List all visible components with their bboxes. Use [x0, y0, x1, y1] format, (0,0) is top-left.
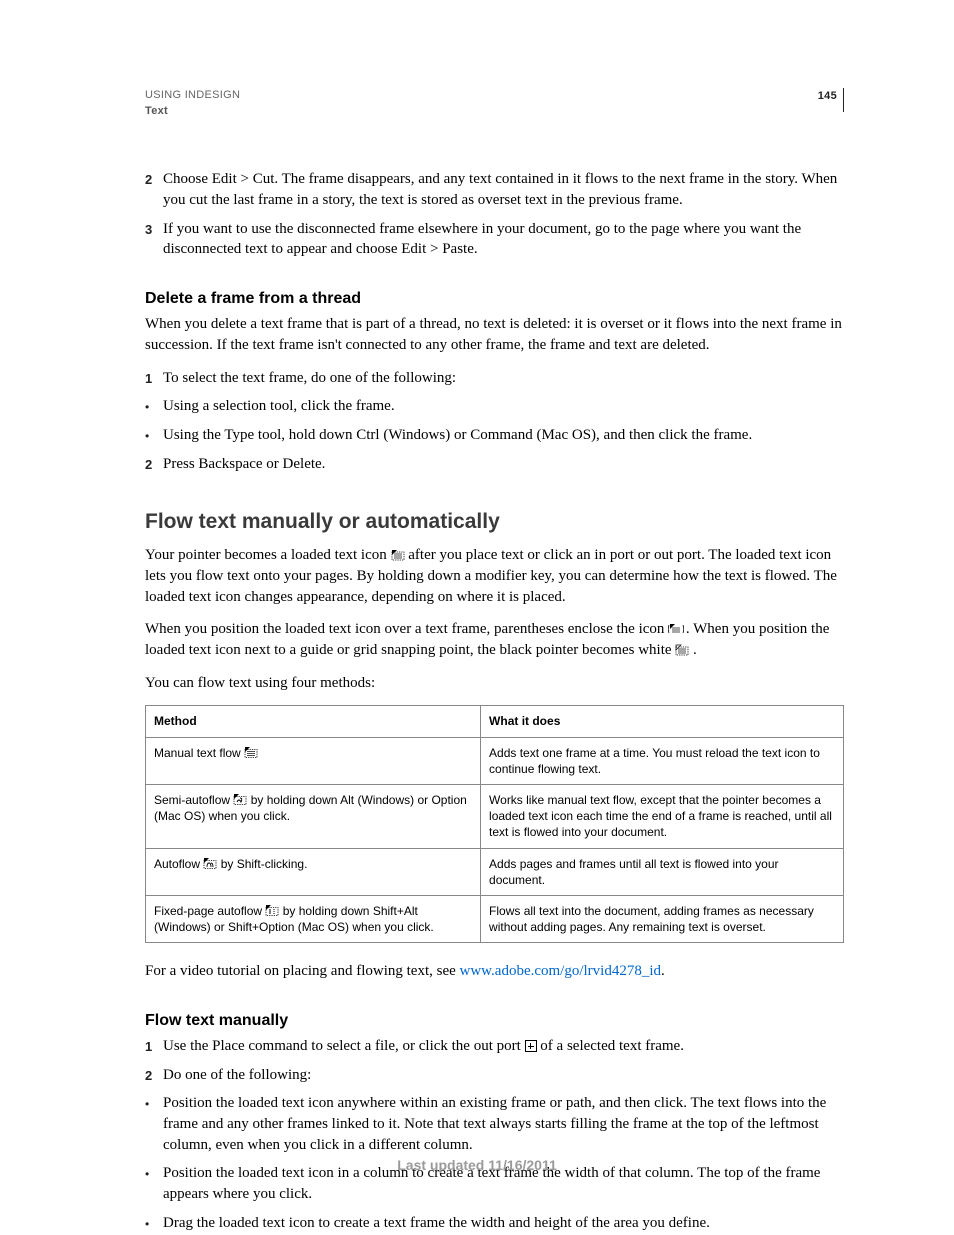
method-cell: Fixed-page autoflow by holding down Shif… [146, 895, 481, 942]
step-number: 2 [145, 1065, 163, 1086]
bullet-mark: • [145, 396, 163, 417]
text: Your pointer becomes a loaded text icon [145, 547, 391, 563]
method-cell: Manual text flow [146, 737, 481, 784]
bullet-mark: • [145, 1093, 163, 1155]
heading-delete-frame: Delete a frame from a thread [145, 288, 844, 310]
step-text: Choose Edit > Cut. The frame disappears,… [163, 169, 844, 210]
method-cell: Autoflow by Shift-clicking. [146, 848, 481, 895]
paragraph: You can flow text using four methods: [145, 673, 844, 694]
desc-cell: Works like manual text flow, except that… [481, 784, 844, 848]
text: For a video tutorial on placing and flow… [145, 963, 460, 979]
bullet-text: Drag the loaded text icon to create a te… [163, 1213, 844, 1234]
step-item: 2 Choose Edit > Cut. The frame disappear… [145, 169, 844, 210]
step-item: 2 Press Backspace or Delete. [145, 454, 844, 475]
autoflow-icon [203, 858, 217, 870]
heading-flow-manually: Flow text manually [145, 1010, 844, 1032]
page-number: 145 [808, 88, 844, 112]
doc-section: Text [145, 104, 240, 119]
doc-title: USING INDESIGN [145, 88, 240, 103]
bullet-mark: • [145, 1213, 163, 1234]
method-cell: Semi-autoflow by holding down Alt (Windo… [146, 784, 481, 848]
step-number: 2 [145, 169, 163, 210]
out-port-icon [525, 1040, 537, 1052]
page-footer: Last updated 11/16/2011 [0, 1156, 954, 1175]
bullet-text: Using the Type tool, hold down Ctrl (Win… [163, 425, 844, 446]
paragraph: When you position the loaded text icon o… [145, 619, 844, 660]
step-item: 1 Use the Place command to select a file… [145, 1036, 844, 1057]
fixed-page-autoflow-icon [265, 905, 279, 917]
paragraph: When you delete a text frame that is par… [145, 314, 844, 355]
loaded-text-icon [391, 549, 405, 561]
bullet-item: • Using a selection tool, click the fram… [145, 396, 844, 417]
flow-methods-table: Method What it does Manual text flow [145, 705, 844, 943]
step-text: To select the text frame, do one of the … [163, 368, 844, 389]
header-left: USING INDESIGN Text [145, 88, 240, 119]
text: . [661, 963, 665, 979]
bullet-item: • Position the loaded text icon anywhere… [145, 1093, 844, 1155]
bullet-text: Using a selection tool, click the frame. [163, 396, 844, 417]
step-number: 1 [145, 1036, 163, 1057]
desc-cell: Adds pages and frames until all text is … [481, 848, 844, 895]
step-number: 1 [145, 368, 163, 389]
step-text: Do one of the following: [163, 1065, 844, 1086]
step-text: Use the Place command to select a file, … [163, 1036, 844, 1057]
bullet-mark: • [145, 425, 163, 446]
loaded-text-parentheses-icon [668, 623, 682, 635]
bullet-item: • Drag the loaded text icon to create a … [145, 1213, 844, 1234]
loaded-text-white-icon [675, 644, 689, 656]
page-header: USING INDESIGN Text 145 [145, 88, 844, 119]
table-header-desc: What it does [481, 706, 844, 737]
table-row: Autoflow by Shift-clicking. Adds pages a… [146, 848, 844, 895]
semi-autoflow-icon [233, 794, 247, 806]
heading-flow-text: Flow text manually or automatically [145, 508, 844, 537]
desc-cell: Adds text one frame at a time. You must … [481, 737, 844, 784]
table-row: Manual text flow Adds text one frame at … [146, 737, 844, 784]
bullet-text: Position the loaded text icon anywhere w… [163, 1093, 844, 1155]
step-item: 1 To select the text frame, do one of th… [145, 368, 844, 389]
desc-cell: Flows all text into the document, adding… [481, 895, 844, 942]
video-link[interactable]: www.adobe.com/go/lrvid4278_id [460, 963, 662, 979]
bullet-item: • Using the Type tool, hold down Ctrl (W… [145, 425, 844, 446]
paragraph: For a video tutorial on placing and flow… [145, 961, 844, 982]
step-number: 2 [145, 454, 163, 475]
step-item: 2 Do one of the following: [145, 1065, 844, 1086]
manual-flow-icon [244, 747, 258, 759]
text: When you position the loaded text icon o… [145, 621, 668, 637]
step-number: 3 [145, 219, 163, 260]
step-item: 3 If you want to use the disconnected fr… [145, 219, 844, 260]
table-row: Semi-autoflow by holding down Alt (Windo… [146, 784, 844, 848]
document-page: USING INDESIGN Text 145 2 Choose Edit > … [0, 0, 954, 1235]
step-text: Press Backspace or Delete. [163, 454, 844, 475]
table-row: Fixed-page autoflow by holding down Shif… [146, 895, 844, 942]
text: . [693, 642, 697, 658]
paragraph: Your pointer becomes a loaded text icon … [145, 545, 844, 607]
table-header-method: Method [146, 706, 481, 737]
step-text: If you want to use the disconnected fram… [163, 219, 844, 260]
